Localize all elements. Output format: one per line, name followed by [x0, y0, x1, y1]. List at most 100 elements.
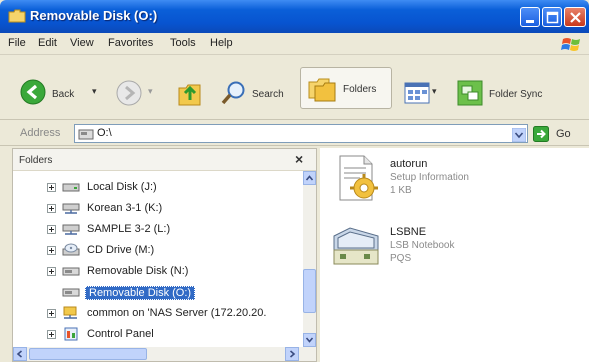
expand-icon[interactable] — [47, 183, 56, 192]
address-dropdown-icon[interactable] — [512, 128, 526, 142]
views-icon[interactable] — [404, 82, 430, 104]
tree-item-cd-drive-m[interactable]: CD Drive (M:) — [13, 242, 303, 259]
scroll-thumb[interactable] — [303, 269, 316, 313]
toolbar — [0, 56, 589, 120]
folders-vertical-scrollbar[interactable] — [303, 171, 316, 347]
setup-info-icon — [339, 155, 378, 201]
folders-pane: Folders × Local Disk (J:) Korean 3-1 (K:… — [12, 148, 317, 362]
notebook-icon — [333, 227, 379, 265]
address-bar: Address O:\ — [0, 120, 589, 146]
removable-disk-icon — [62, 267, 80, 276]
chevron-up-icon — [305, 175, 314, 181]
search-icon[interactable] — [220, 80, 248, 106]
menu-help[interactable]: Help — [210, 37, 233, 49]
network-drive-icon — [62, 224, 80, 235]
file-item-lsbne[interactable]: LSBNE LSB Notebook PQS — [320, 222, 580, 282]
file-size: PQS — [390, 253, 412, 264]
drive-icon — [62, 183, 80, 192]
expand-icon[interactable] — [47, 204, 56, 213]
menu-file[interactable]: File — [8, 37, 26, 49]
back-dropdown-icon[interactable]: ▾ — [92, 86, 97, 97]
tree-item-label: Korean 3-1 (K:) — [87, 202, 163, 214]
close-icon — [570, 12, 581, 23]
folder-sync-label[interactable]: Folder Sync — [489, 89, 542, 100]
menu-tools[interactable]: Tools — [170, 37, 196, 49]
tree-item-label: Removable Disk (O:) — [85, 286, 196, 300]
network-share-icon — [63, 306, 77, 319]
tree-item-label: Control Panel — [87, 328, 154, 340]
explorer-window: Removable Disk (O:) File Edit View Favor… — [0, 0, 589, 362]
windows-logo-icon — [561, 38, 580, 51]
file-type: Setup Information — [390, 172, 469, 183]
expand-icon[interactable] — [47, 246, 56, 255]
chevron-right-icon — [289, 350, 296, 358]
expand-icon[interactable] — [47, 225, 56, 234]
file-type: LSB Notebook — [390, 240, 455, 251]
tree-item-removable-disk-n[interactable]: Removable Disk (N:) — [13, 263, 303, 280]
scroll-thumb[interactable] — [29, 348, 147, 360]
tree-item-sample-l[interactable]: SAMPLE 3-2 (L:) — [13, 221, 303, 238]
maximize-icon — [546, 11, 559, 24]
minimize-icon — [526, 20, 534, 23]
tree-item-control-panel[interactable]: Control Panel — [13, 326, 303, 343]
file-name: LSBNE — [390, 226, 427, 238]
menu-view[interactable]: View — [70, 37, 94, 49]
chevron-down-icon — [305, 337, 314, 343]
back-arrow-icon[interactable] — [20, 79, 46, 105]
back-label[interactable]: Back — [52, 89, 74, 100]
scroll-left-button[interactable] — [13, 347, 27, 361]
cd-drive-icon — [62, 243, 80, 256]
tree-item-label: CD Drive (M:) — [87, 244, 155, 256]
expand-icon[interactable] — [47, 330, 56, 339]
control-panel-icon — [64, 327, 78, 341]
folder-icon — [8, 9, 26, 23]
title-bar[interactable]: Removable Disk (O:) — [0, 0, 589, 33]
close-button[interactable] — [564, 7, 586, 27]
chevron-left-icon — [16, 350, 23, 358]
tree-item-label: Local Disk (J:) — [87, 181, 157, 193]
tree-item-label: Removable Disk (N:) — [87, 265, 189, 277]
expand-icon[interactable] — [47, 267, 56, 276]
forward-arrow-icon[interactable] — [116, 80, 142, 106]
tree-item-removable-disk-o[interactable]: Removable Disk (O:) — [13, 284, 303, 301]
up-folder-icon[interactable] — [176, 78, 204, 108]
menu-favorites[interactable]: Favorites — [108, 37, 153, 49]
go-arrow-icon[interactable] — [533, 126, 549, 142]
network-drive-icon — [62, 203, 80, 214]
files-pane: autorun Setup Information 1 KB LSBNE LSB… — [320, 148, 589, 362]
address-value: O:\ — [97, 127, 112, 139]
close-pane-icon[interactable]: × — [295, 151, 303, 167]
address-label: Address — [20, 127, 61, 139]
tree-item-local-disk-j[interactable]: Local Disk (J:) — [13, 179, 303, 196]
minimize-button[interactable] — [520, 7, 540, 27]
forward-dropdown-icon[interactable]: ▾ — [148, 86, 153, 97]
folders-label: Folders — [343, 84, 377, 95]
search-label[interactable]: Search — [252, 89, 284, 100]
file-item-autorun[interactable]: autorun Setup Information 1 KB — [320, 154, 580, 214]
scroll-right-button[interactable] — [285, 347, 299, 361]
maximize-button[interactable] — [542, 7, 562, 27]
menu-bar: File Edit View Favorites Tools Help — [0, 33, 589, 55]
tree-item-nas-common[interactable]: common on 'NAS Server (172.20.20. — [13, 305, 303, 322]
tree-item-label: common on 'NAS Server (172.20.20. — [87, 307, 267, 319]
views-dropdown-icon[interactable]: ▾ — [432, 86, 437, 97]
file-size: 1 KB — [390, 185, 412, 196]
folders-icon — [308, 78, 336, 102]
folders-pane-title: Folders — [19, 155, 53, 166]
menu-edit[interactable]: Edit — [38, 37, 57, 49]
scroll-down-button[interactable] — [303, 333, 316, 347]
window-title: Removable Disk (O:) — [30, 8, 158, 23]
tree-item-label: SAMPLE 3-2 (L:) — [87, 223, 171, 235]
file-name: autorun — [390, 158, 428, 170]
folders-pane-header: Folders × — [13, 149, 316, 171]
address-field[interactable]: O:\ — [74, 124, 528, 143]
folder-sync-icon[interactable] — [456, 79, 484, 107]
removable-disk-icon — [78, 129, 94, 140]
folders-button[interactable]: Folders — [300, 67, 392, 109]
expand-icon[interactable] — [47, 309, 56, 318]
folders-horizontal-scrollbar[interactable] — [13, 347, 316, 361]
tree-item-korean-k[interactable]: Korean 3-1 (K:) — [13, 200, 303, 217]
go-button-label[interactable]: Go — [556, 128, 571, 140]
scroll-up-button[interactable] — [303, 171, 316, 185]
removable-disk-icon — [62, 288, 80, 297]
